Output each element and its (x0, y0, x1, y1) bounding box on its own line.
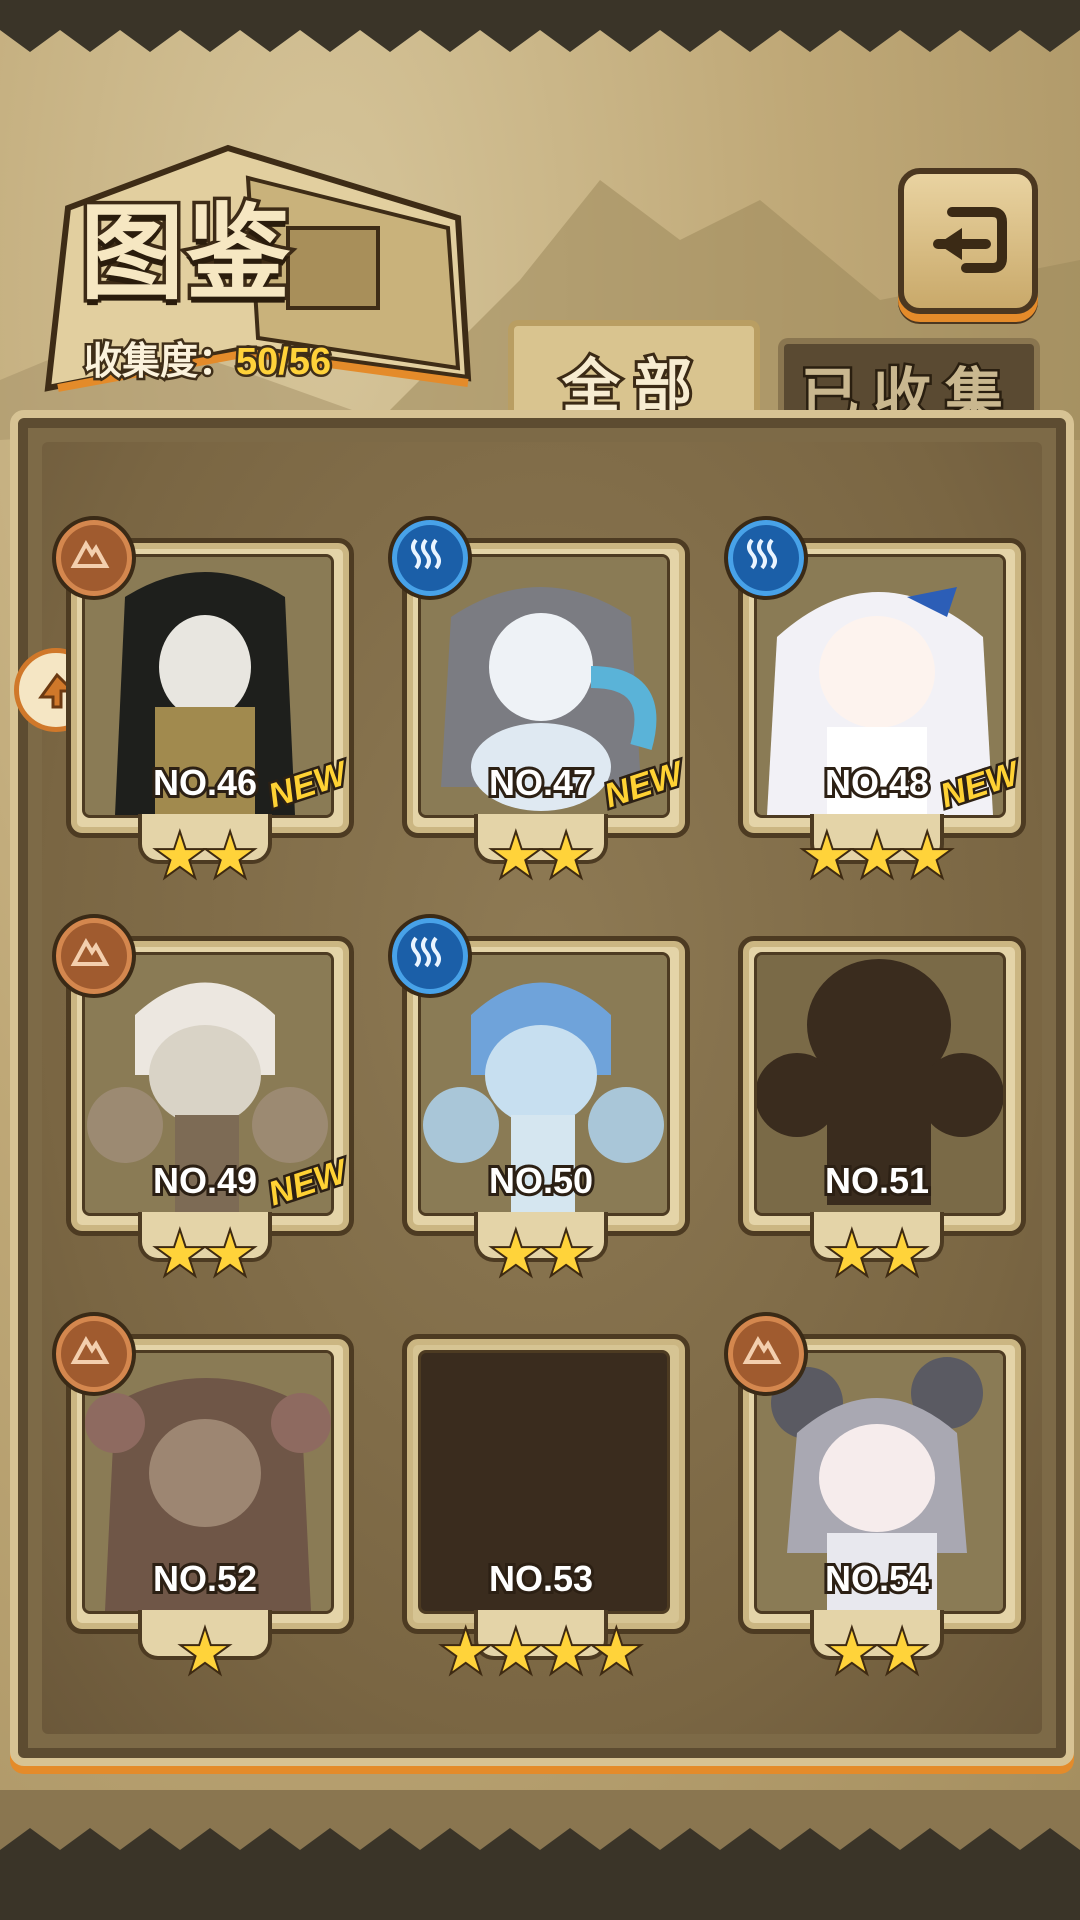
rarity-stars: ★ (60, 1620, 350, 1683)
rarity-stars: ★★ (396, 824, 686, 887)
back-button[interactable] (898, 168, 1038, 314)
rarity-stars: ★★ (60, 824, 350, 887)
monster-card-locked[interactable]: NO.51 ★★ (732, 936, 1026, 1284)
star-icon: ★★ (825, 1620, 929, 1683)
star-icon: ★★ (153, 1222, 257, 1285)
star-icon: ★★ (489, 824, 593, 887)
collection-label: 收集度： (81, 339, 238, 386)
wave-icon (411, 538, 441, 570)
earth-element-badge (52, 914, 136, 998)
card-number: NO.52 (150, 1555, 260, 1602)
top-zigzag-border (0, 0, 1080, 52)
mountain-icon (70, 937, 110, 966)
rarity-stars: ★★ (60, 1222, 350, 1285)
card-number: NO.53 (486, 1555, 596, 1602)
earth-element-badge (724, 1312, 808, 1396)
wave-icon (411, 936, 441, 968)
card-number: NO.50 (486, 1157, 596, 1204)
star-icon: ★★★ (800, 824, 955, 887)
return-arrow-icon (933, 207, 1007, 273)
rarity-stars: ★★★ (732, 824, 1022, 887)
monster-card[interactable]: NO.52 ★ (52, 1312, 354, 1682)
monster-card[interactable]: NO.46 NEW ★★ (52, 516, 354, 886)
mountain-icon (70, 539, 110, 568)
bottom-zigzag-border (0, 1790, 1080, 1920)
wave-icon (747, 538, 777, 570)
water-element-badge (724, 516, 808, 600)
star-icon: ★ (178, 1620, 232, 1683)
card-number: NO.51 (822, 1157, 932, 1204)
rarity-stars: ★★ (396, 1222, 686, 1285)
collection-value: 50/56 (234, 339, 334, 386)
monster-card[interactable]: NO.50 ★★ (388, 914, 690, 1284)
mountain-icon (70, 1335, 110, 1364)
star-icon: ★★★★ (439, 1620, 644, 1683)
monster-card[interactable]: NO.54 ★★ (724, 1312, 1026, 1682)
rarity-stars: ★★ (732, 1620, 1022, 1683)
star-icon: ★★ (825, 1222, 929, 1285)
rarity-stars: ★★★★ (396, 1620, 686, 1683)
earth-element-badge (52, 1312, 136, 1396)
monster-card[interactable]: NO.48 NEW ★★★ (724, 516, 1026, 886)
monster-card[interactable]: NO.49 NEW ★★ (52, 914, 354, 1284)
card-number: NO.54 (822, 1555, 932, 1602)
page-title: 图鉴 (76, 188, 293, 318)
collection-progress: 收集度：50/56 (81, 330, 334, 386)
monster-card-locked[interactable]: NO.53 ★★★★ (396, 1334, 690, 1682)
monster-card[interactable]: NO.47 NEW ★★ (388, 516, 690, 886)
water-element-badge (388, 516, 472, 600)
earth-element-badge (52, 516, 136, 600)
rarity-stars: ★★ (732, 1222, 1022, 1285)
collection-screen: 图鉴 收集度：50/56 全部 已收集 NO.46 NEW ★★ NO.47 N… (0, 0, 1080, 1920)
water-element-badge (388, 914, 472, 998)
mountain-icon (742, 1335, 782, 1364)
star-icon: ★★ (489, 1222, 593, 1285)
star-icon: ★★ (153, 824, 257, 887)
